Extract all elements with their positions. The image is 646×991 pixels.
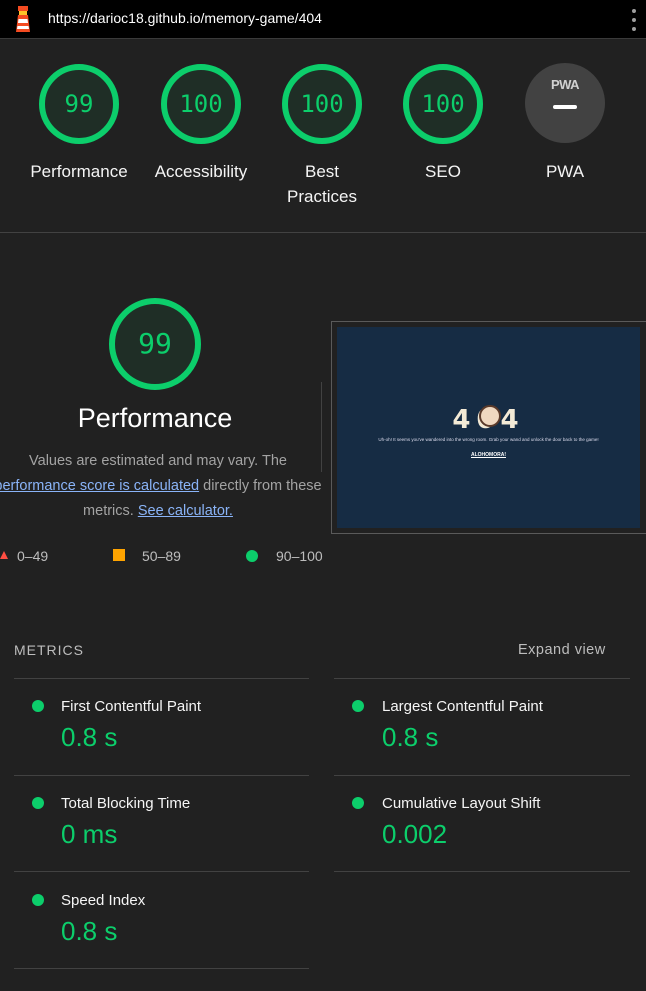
gauge-score: 100 [179,90,223,118]
gauge-score: 100 [421,90,465,118]
metric-divider [334,678,630,679]
more-vert-icon[interactable] [628,9,640,31]
final-screenshot[interactable]: 404 Uh-oh! It seems you've wandered into… [337,327,640,528]
metric-title: Total Blocking Time [61,795,191,812]
legend-average: 50–89 [142,548,181,564]
metric-divider [14,871,309,872]
metric-value: 0.8 s [382,722,439,752]
metric-value: 0 ms [61,819,118,849]
description-text: Values are estimated and may vary. The [29,453,287,469]
metric-divider [14,678,309,679]
gauge-score: 99 [64,90,94,118]
gauge-pwa[interactable]: PWA PWA [505,63,625,184]
gauge-label: Performance [30,162,128,181]
performance-description: Values are estimated and may vary. The p… [0,449,326,524]
pass-circle-icon [32,797,44,809]
wizard-face-icon [479,405,501,427]
metric-title: Speed Index [61,892,146,909]
performance-title: Performance [77,403,233,433]
pwa-dash [553,105,577,109]
performance-score: 99 [138,327,172,360]
metric-title: First Contentful Paint [61,698,202,715]
screenshot-message: Uh-oh! It seems you've wandered into the… [378,437,599,442]
pass-circle-icon [352,797,364,809]
metric-divider [334,871,630,872]
gauge-label: Best Practices [287,162,357,206]
page-url: https://darioc18.github.io/memory-game/4… [48,10,322,26]
gauge-seo[interactable]: 100 SEO [383,63,503,184]
screenshot-link: ALOHOMORA! [471,452,506,458]
see-calculator-link[interactable]: See calculator. [138,503,233,519]
fail-triangle-shape [0,551,8,559]
lighthouse-icon [16,6,30,32]
pwa-badge-icon: PWA [525,63,605,143]
metric-value: 0.8 s [61,722,118,752]
gauge-performance[interactable]: 99 Performance [19,63,139,184]
average-square-icon [113,549,125,561]
pass-circle-icon [32,700,44,712]
metric-divider [334,775,630,776]
score-calculated-link[interactable]: performance score is calculated [0,478,199,494]
gauge-accessibility[interactable]: 100 Accessibility [141,63,261,184]
pwa-badge-text: PWA [550,77,580,92]
browser-top-bar: https://darioc18.github.io/memory-game/4… [0,0,646,39]
fail-triangle-icon [0,551,8,559]
gauge-label: PWA [545,162,585,181]
metric-title: Cumulative Layout Shift [382,795,541,812]
metric-title: Largest Contentful Paint [382,698,543,715]
gauge-label: Accessibility [154,162,248,181]
legend-pass: 90–100 [276,548,323,564]
metric-divider [14,968,309,969]
pass-circle-icon [246,550,258,562]
metric-value: 0.8 s [61,916,118,946]
section-divider [0,232,646,233]
legend-fail: 0–49 [17,548,49,564]
metric-divider [14,775,309,776]
gauge-label: SEO [425,162,461,181]
expand-view-toggle[interactable]: Expand view [518,642,606,658]
metrics-header: METRICS [14,642,84,658]
metric-value: 0.002 [382,819,448,849]
vertical-separator [321,382,322,472]
pass-circle-icon [352,700,364,712]
pass-circle-icon [32,894,44,906]
gauge-score: 100 [300,90,344,118]
gauge-best-practices[interactable]: 100 Best Practices [262,63,382,209]
